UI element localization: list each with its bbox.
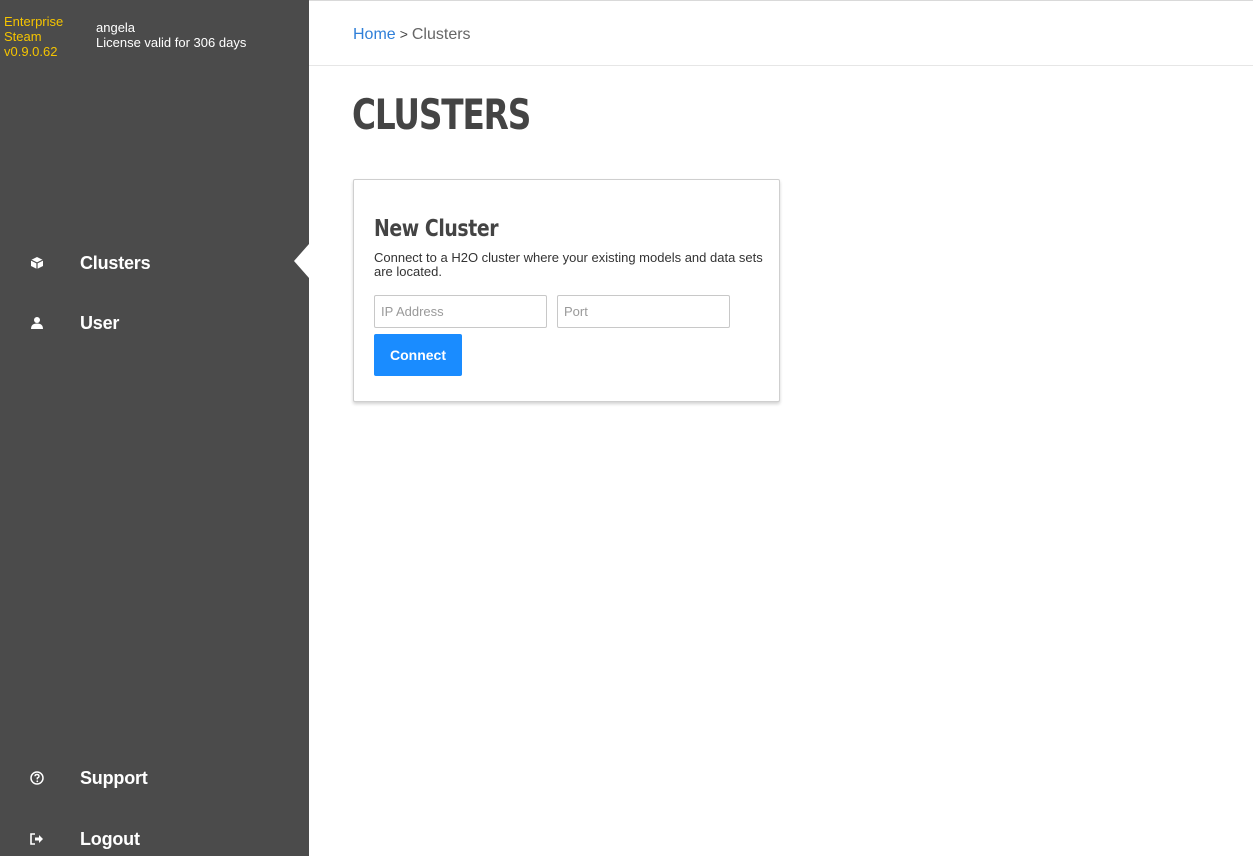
card-description: Connect to a H2O cluster where your exis… <box>374 250 763 279</box>
sidebar-item-label: User <box>80 313 120 333</box>
breadcrumb-home-link[interactable]: Home <box>353 26 396 43</box>
port-input[interactable] <box>557 295 730 328</box>
user-info: angela License valid for 306 days <box>96 20 246 50</box>
page-title: CLUSTERS <box>352 90 531 139</box>
license-status: License valid for 306 days <box>96 35 247 50</box>
sidebar-item-logout[interactable]: Logout <box>0 818 309 856</box>
brand-version: v0.9.0.62 <box>4 44 58 59</box>
sidebar-item-label: Logout <box>80 829 140 849</box>
sidebar-item-label: Support <box>80 768 148 788</box>
top-bar: Home > Clusters <box>309 0 1253 66</box>
brand-line-1: Enterprise <box>4 14 64 29</box>
sidebar-item-support[interactable]: Support <box>0 757 309 797</box>
sidebar-item-clusters[interactable]: Clusters <box>0 242 309 282</box>
ip-address-input[interactable] <box>374 295 547 328</box>
help-circle-icon <box>29 770 45 786</box>
sidebar-item-label: Clusters <box>80 253 151 273</box>
card-title: New Cluster <box>374 216 499 242</box>
breadcrumb: Home > Clusters <box>353 26 471 44</box>
brand-logo: Enterprise Steam v0.9.0.62 <box>4 14 84 59</box>
new-cluster-card: New Cluster Connect to a H2O cluster whe… <box>353 179 780 402</box>
cube-icon <box>29 255 45 271</box>
connect-button[interactable]: Connect <box>374 334 462 376</box>
sidebar: Enterprise Steam v0.9.0.62 angela Licens… <box>0 0 309 856</box>
user-name: angela <box>96 20 136 35</box>
active-indicator <box>294 244 309 278</box>
breadcrumb-current: Clusters <box>411 26 471 43</box>
user-icon <box>29 315 45 331</box>
brand-line-2: Steam <box>4 29 42 44</box>
breadcrumb-separator: > <box>399 26 408 42</box>
sign-out-icon <box>29 831 45 847</box>
sidebar-item-user[interactable]: User <box>0 302 309 342</box>
